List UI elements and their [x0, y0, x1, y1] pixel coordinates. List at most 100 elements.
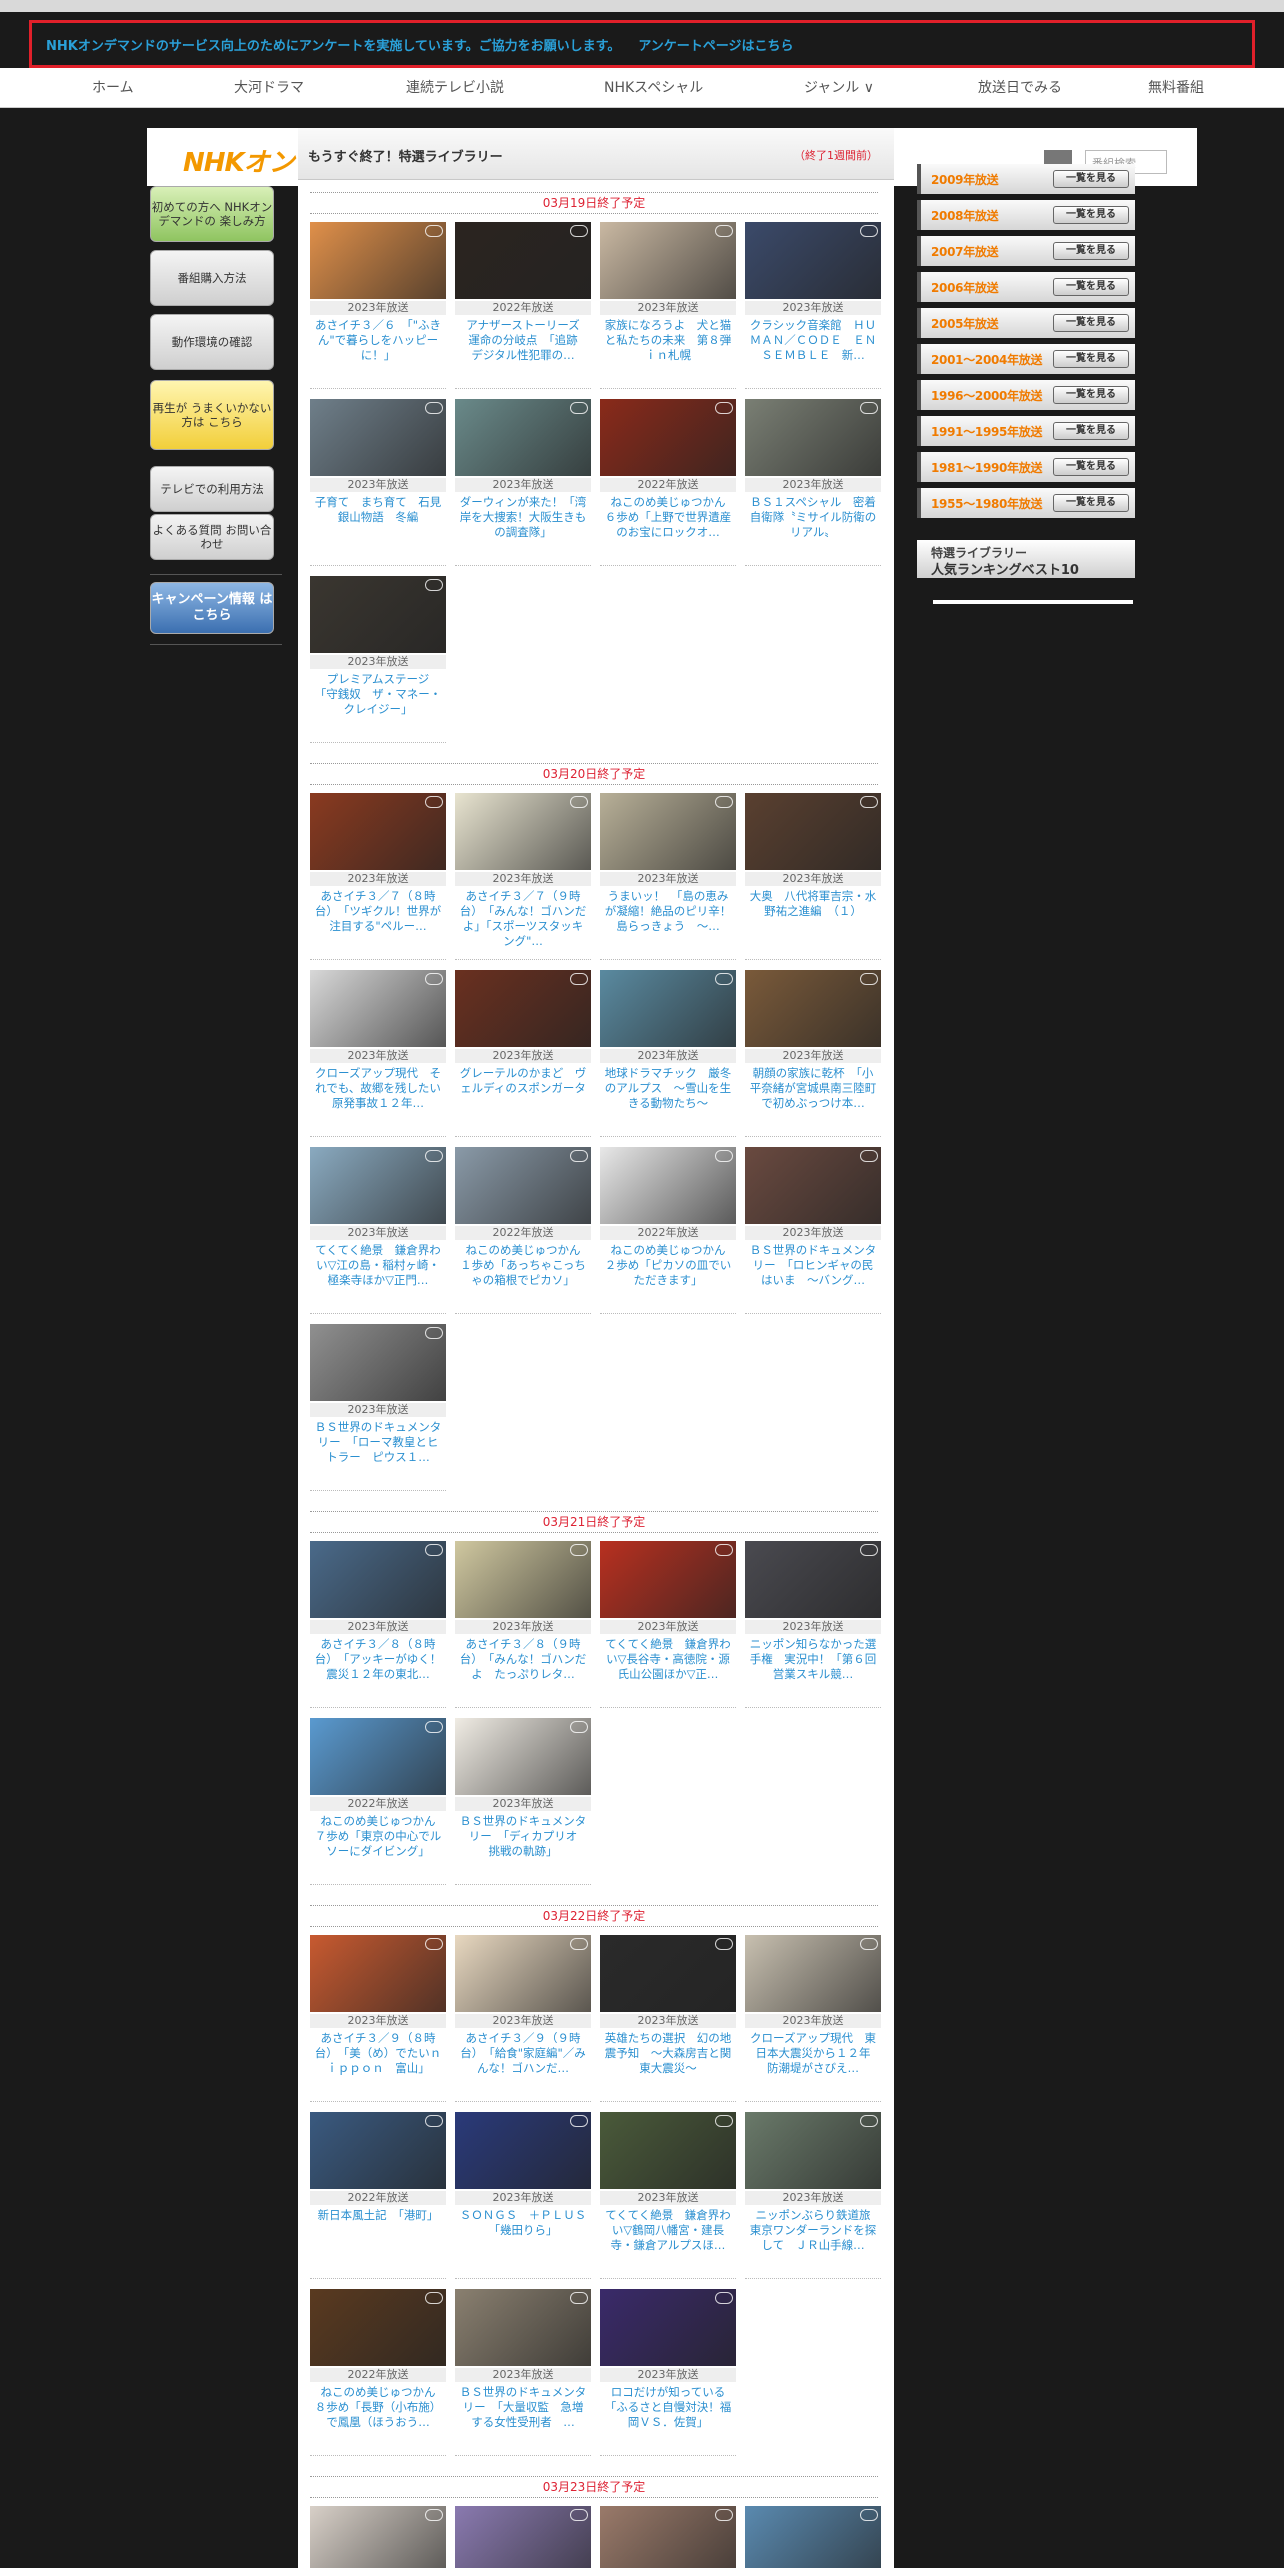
- program-title-link[interactable]: 大奥 八代将軍吉宗・水野祐之進編 （１）: [749, 889, 877, 951]
- program-title-link[interactable]: クラシック音楽館 ＨＵＭＡＮ／ＣＯＤＥ ＥＮＳＥＭＢＬＥ 新…: [749, 318, 877, 380]
- nav-free[interactable]: 無料番組: [1148, 68, 1204, 108]
- program-title-link[interactable]: ニッポンぶらり鉄道旅 東京ワンダーランドを探して ＪＲ山手線…: [749, 2208, 877, 2270]
- program-thumbnail[interactable]: [310, 1541, 446, 1618]
- program-card[interactable]: 2023年放送 大奥 八代将軍吉宗・水野祐之進編 （１）: [745, 793, 881, 963]
- view-list-button[interactable]: 一覧を見る: [1053, 314, 1129, 332]
- year-archive-row[interactable]: 2008年放送 一覧を見る: [917, 200, 1135, 230]
- program-thumbnail[interactable]: [745, 222, 881, 299]
- program-title-link[interactable]: 新日本風土記 「港町」: [314, 2208, 442, 2270]
- program-title-link[interactable]: ＢＳ世界のドキュメンタリー 「ディカプリオ 挑戦の軌跡」: [459, 1814, 587, 1876]
- program-thumbnail[interactable]: [600, 222, 736, 299]
- program-title-link[interactable]: ねこのめ美じゅつかん ７歩め「東京の中心でルソーにダイビング」: [314, 1814, 442, 1876]
- program-thumbnail[interactable]: [600, 1147, 736, 1224]
- program-card[interactable]: 2023年放送 朝顔の家族に乾杯 「小平奈緒が宮城県南三陸町で初めぶっつけ本…: [745, 970, 881, 1140]
- campaign-button[interactable]: キャンペーン情報 はこちら: [150, 582, 274, 634]
- guide-button[interactable]: 初めての方へ NHKオンデマンドの 楽しみ方: [150, 186, 274, 242]
- program-card[interactable]: 2022年放送 アナザーストーリーズ 運命の分岐点 「追跡 デジタル性犯罪の…: [455, 222, 591, 392]
- program-title-link[interactable]: グレーテルのかまど ヴェルディのスポンガータ: [459, 1066, 587, 1128]
- nav-nhk-special[interactable]: NHKスペシャル: [604, 68, 703, 108]
- program-thumbnail[interactable]: [455, 1147, 591, 1224]
- program-thumbnail[interactable]: [745, 399, 881, 476]
- program-thumbnail[interactable]: [455, 793, 591, 870]
- program-thumbnail[interactable]: [745, 1147, 881, 1224]
- program-title-link[interactable]: ＢＳ世界のドキュメンタリー 「ローマ教皇とヒトラー ピウス１…: [314, 1420, 442, 1482]
- program-card[interactable]: 2022年放送 ねこのめ美じゅつかん ２歩め「ピカソの皿でいただきます」: [600, 1147, 736, 1317]
- program-thumbnail[interactable]: [745, 793, 881, 870]
- program-title-link[interactable]: あさイチ３／６ 「"ふきん"で暮らしをハッピーに！」: [314, 318, 442, 380]
- program-thumbnail[interactable]: [600, 2289, 736, 2366]
- program-thumbnail[interactable]: [310, 576, 446, 653]
- program-card[interactable]: 2023年放送 ＢＳ世界のドキュメンタリー 「ロヒンギャの民はいま ～バング…: [745, 1147, 881, 1317]
- program-title-link[interactable]: てくてく絶景 鎌倉界わい▽長谷寺・高徳院・源氏山公園ほか▽正…: [604, 1637, 732, 1699]
- year-archive-row[interactable]: 1981～1990年放送 一覧を見る: [917, 452, 1135, 482]
- program-title-link[interactable]: あさイチ３／７（９時台） 「みんな！ゴハンだよ」「スポーツスタッキング"…: [459, 889, 587, 951]
- program-title-link[interactable]: ＳＯＮＧＳ ＋ＰＬＵＳ 「幾田りら」: [459, 2208, 587, 2270]
- program-card[interactable]: 2023年放送 地球ドラマチック 厳冬のアルプス ～雪山を生きる動物たち～: [600, 970, 736, 1140]
- program-title-link[interactable]: 家族になろうよ 犬と猫と私たちの未来 第８弾ｉｎ札幌: [604, 318, 732, 380]
- program-title-link[interactable]: ねこのめ美じゅつかん １歩め「あっちゃこっちゃの箱根でピカソ」: [459, 1243, 587, 1305]
- program-thumbnail[interactable]: [455, 2289, 591, 2366]
- program-title-link[interactable]: 朝顔の家族に乾杯 「小平奈緒が宮城県南三陸町で初めぶっつけ本…: [749, 1066, 877, 1128]
- program-card[interactable]: 2023年放送 あさイチ３／８（９時台） 「みんな！ゴハンだよ たっぷりレタ…: [455, 1541, 591, 1711]
- program-card[interactable]: 2023年放送 ＢＳ世界のドキュメンタリー 「ローマ教皇とヒトラー ピウス１…: [310, 1324, 446, 1494]
- nhk-logo[interactable]: NHKオン: [183, 142, 295, 179]
- program-thumbnail[interactable]: [310, 222, 446, 299]
- program-title-link[interactable]: ねこのめ美じゅつかん ６歩め「上野で世界遺産のお宝にロックオ…: [604, 495, 732, 557]
- environment-check-button[interactable]: 動作環境の確認: [150, 314, 274, 370]
- program-thumbnail[interactable]: [310, 1935, 446, 2012]
- program-card[interactable]: 2022年放送 ねこのめ美じゅつかん ８歩め「長野（小布施）で鳳凰（ほうおう…: [310, 2289, 446, 2459]
- program-card[interactable]: 2022年放送 ねこのめ美じゅつかん １歩め「あっちゃこっちゃの箱根でピカソ」: [455, 1147, 591, 1317]
- year-archive-row[interactable]: 1991～1995年放送 一覧を見る: [917, 416, 1135, 446]
- nav-by-date[interactable]: 放送日でみる: [978, 68, 1062, 108]
- program-thumbnail[interactable]: [310, 399, 446, 476]
- program-card[interactable]: 2023年放送 子育て まち育て 石見銀山物語 冬編: [310, 399, 446, 569]
- program-thumbnail[interactable]: [310, 1718, 446, 1795]
- program-title-link[interactable]: プレミアムステージ 「守銭奴 ザ・マネー・クレイジー」: [314, 672, 442, 734]
- program-thumbnail[interactable]: [455, 399, 591, 476]
- program-title-link[interactable]: クローズアップ現代 それでも、故郷を残したい 原発事故１２年…: [314, 1066, 442, 1128]
- program-title-link[interactable]: クローズアップ現代 東日本大震災から１２年 防潮堤がさびえ…: [749, 2031, 877, 2093]
- program-title-link[interactable]: アナザーストーリーズ 運命の分岐点 「追跡 デジタル性犯罪の…: [459, 318, 587, 380]
- purchase-guide-button[interactable]: 番組購入方法: [150, 250, 274, 306]
- program-thumbnail[interactable]: [745, 1541, 881, 1618]
- program-card[interactable]: 2023年放送 あさイチ３／７（８時台） 「ツギクル！世界が注目する"ペルー…: [310, 793, 446, 963]
- program-title-link[interactable]: 英雄たちの選択 幻の地震予知 ～大森房吉と関東大震災～: [604, 2031, 732, 2093]
- program-thumbnail[interactable]: [455, 222, 591, 299]
- program-card[interactable]: 2023年放送 プレミアムステージ 「守銭奴 ザ・マネー・クレイジー」: [310, 576, 446, 746]
- program-title-link[interactable]: ＢＳ１スペシャル 密着 自衛隊〝ミサイル防衛のリアル〟: [749, 495, 877, 557]
- program-title-link[interactable]: てくてく絶景 鎌倉界わい▽鶴岡八幡宮・建長寺・鎌倉アルプスほ…: [604, 2208, 732, 2270]
- program-thumbnail[interactable]: [455, 2506, 591, 2568]
- program-card[interactable]: 2023年放送 あさイチ３／７（９時台） 「みんな！ゴハンだよ」「スポーツスタッキ…: [455, 793, 591, 963]
- program-card[interactable]: 2023年放送 ＢＳ世界のドキュメンタリー 「大量収監 急増する女性受刑者 …: [455, 2289, 591, 2459]
- program-title-link[interactable]: 子育て まち育て 石見銀山物語 冬編: [314, 495, 442, 557]
- view-list-button[interactable]: 一覧を見る: [1053, 206, 1129, 224]
- year-archive-row[interactable]: 1996～2000年放送 一覧を見る: [917, 380, 1135, 410]
- program-title-link[interactable]: てくてく絶景 鎌倉界わい▽江の島・稲村ヶ崎・極楽寺ほか▽正門…: [314, 1243, 442, 1305]
- program-card[interactable]: 2023年放送 あさイチ３／８（８時台） 「アッキーがゆく！震災１２年の東北…: [310, 1541, 446, 1711]
- program-card[interactable]: 2023年放送 ニッポンぶらり鉄道旅 東京ワンダーランドを探して ＪＲ山手線…: [745, 2112, 881, 2282]
- year-archive-row[interactable]: 2007年放送 一覧を見る: [917, 236, 1135, 266]
- view-list-button[interactable]: 一覧を見る: [1053, 422, 1129, 440]
- view-list-button[interactable]: 一覧を見る: [1053, 458, 1129, 476]
- playback-help-button[interactable]: 再生が うまくいかない方は こちら: [150, 380, 274, 450]
- view-list-button[interactable]: 一覧を見る: [1053, 494, 1129, 512]
- program-thumbnail[interactable]: [600, 399, 736, 476]
- program-title-link[interactable]: あさイチ３／８（９時台） 「みんな！ゴハンだよ たっぷりレタ…: [459, 1637, 587, 1699]
- nav-asadora[interactable]: 連続テレビ小説: [406, 68, 504, 108]
- program-thumbnail[interactable]: [600, 970, 736, 1047]
- program-title-link[interactable]: ニッポン知らなかった選手権 実況中！「第６回 営業スキル競…: [749, 1637, 877, 1699]
- program-card[interactable]: 2023年放送 家族になろうよ 犬と猫と私たちの未来 第８弾ｉｎ札幌: [600, 222, 736, 392]
- program-card[interactable]: 2023年放送: [745, 2506, 881, 2568]
- program-card[interactable]: 2023年放送 あさイチ３／９（８時台） 「美（め）でたいｎｉｐｐｏｎ 富山」: [310, 1935, 446, 2105]
- program-card[interactable]: 2023年放送 あさイチ３／９（９時台） 「給食"家庭編"／みんな！ゴハンだ…: [455, 1935, 591, 2105]
- program-title-link[interactable]: あさイチ３／９（８時台） 「美（め）でたいｎｉｐｐｏｎ 富山」: [314, 2031, 442, 2093]
- program-thumbnail[interactable]: [600, 2506, 736, 2568]
- program-thumbnail[interactable]: [310, 793, 446, 870]
- program-thumbnail[interactable]: [455, 1718, 591, 1795]
- nav-genre[interactable]: ジャンル ∨: [804, 68, 874, 108]
- program-thumbnail[interactable]: [455, 970, 591, 1047]
- program-card[interactable]: 2023年放送: [310, 2506, 446, 2568]
- tv-usage-button[interactable]: テレビでの利用方法: [150, 466, 274, 512]
- program-thumbnail[interactable]: [745, 1935, 881, 2012]
- nav-taiga-drama[interactable]: 大河ドラマ: [234, 68, 304, 108]
